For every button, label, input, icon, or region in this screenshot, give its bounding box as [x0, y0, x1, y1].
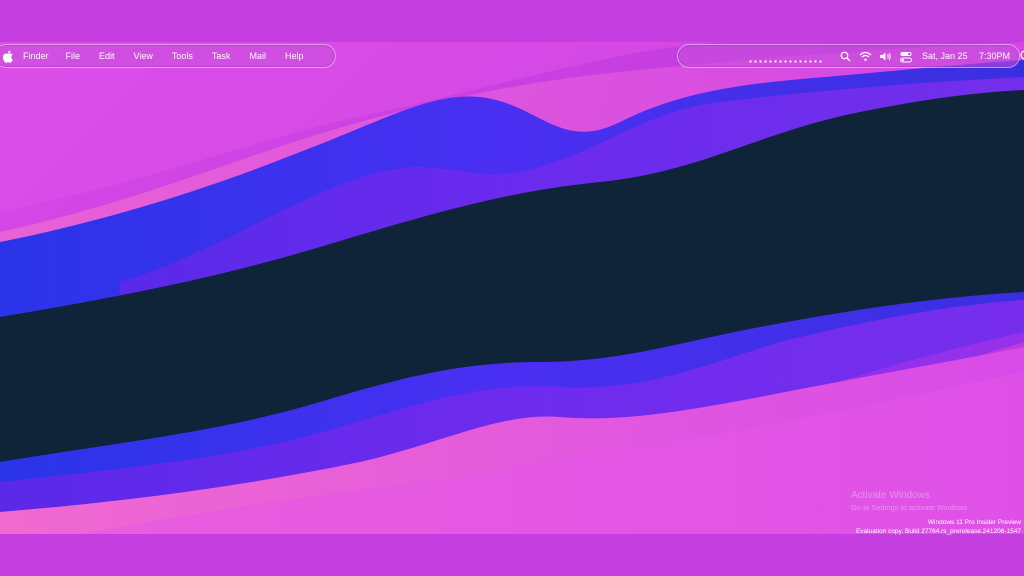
partial-search-icon[interactable] [1018, 49, 1024, 63]
app-menubar: Finder File Edit View Tools Task Mail He… [0, 44, 336, 68]
menu-finder[interactable]: Finder [23, 51, 49, 61]
search-icon[interactable] [839, 50, 852, 63]
activation-watermark: Activate Windows Go to Settings to activ… [851, 490, 969, 512]
watermark-subtitle: Go to Settings to activate Windows. [851, 503, 970, 512]
menu-tools[interactable]: Tools [172, 51, 193, 61]
menu-help[interactable]: Help [285, 51, 304, 61]
apple-logo-icon[interactable] [1, 49, 15, 63]
menu-mail[interactable]: Mail [249, 51, 266, 61]
volume-icon[interactable] [879, 50, 892, 63]
watermark-title: Activate Windows [851, 490, 930, 501]
menu-task[interactable]: Task [212, 51, 231, 61]
wifi-icon[interactable] [859, 50, 872, 63]
build-info-line1: Windows 11 Pro Insider Preview [927, 519, 1021, 526]
menu-view[interactable]: View [134, 51, 153, 61]
control-center-icon[interactable] [899, 50, 912, 63]
wallpaper-waves [0, 42, 1024, 534]
status-time[interactable]: 7:30PM [979, 51, 1010, 61]
build-info: Windows 11 Pro Insider Preview Evaluatio… [856, 518, 1021, 536]
status-date[interactable]: Sat, Jan 25 [922, 51, 968, 61]
loading-dots-indicator [748, 60, 824, 63]
build-info-line2: Evaluation copy. Build 27764.rs_prerelea… [855, 528, 1021, 535]
status-menubar: Sat, Jan 25 7:30PM [677, 44, 1020, 68]
menu-file[interactable]: File [66, 51, 81, 61]
menu-edit[interactable]: Edit [99, 51, 115, 61]
desktop-wallpaper [0, 42, 1024, 534]
